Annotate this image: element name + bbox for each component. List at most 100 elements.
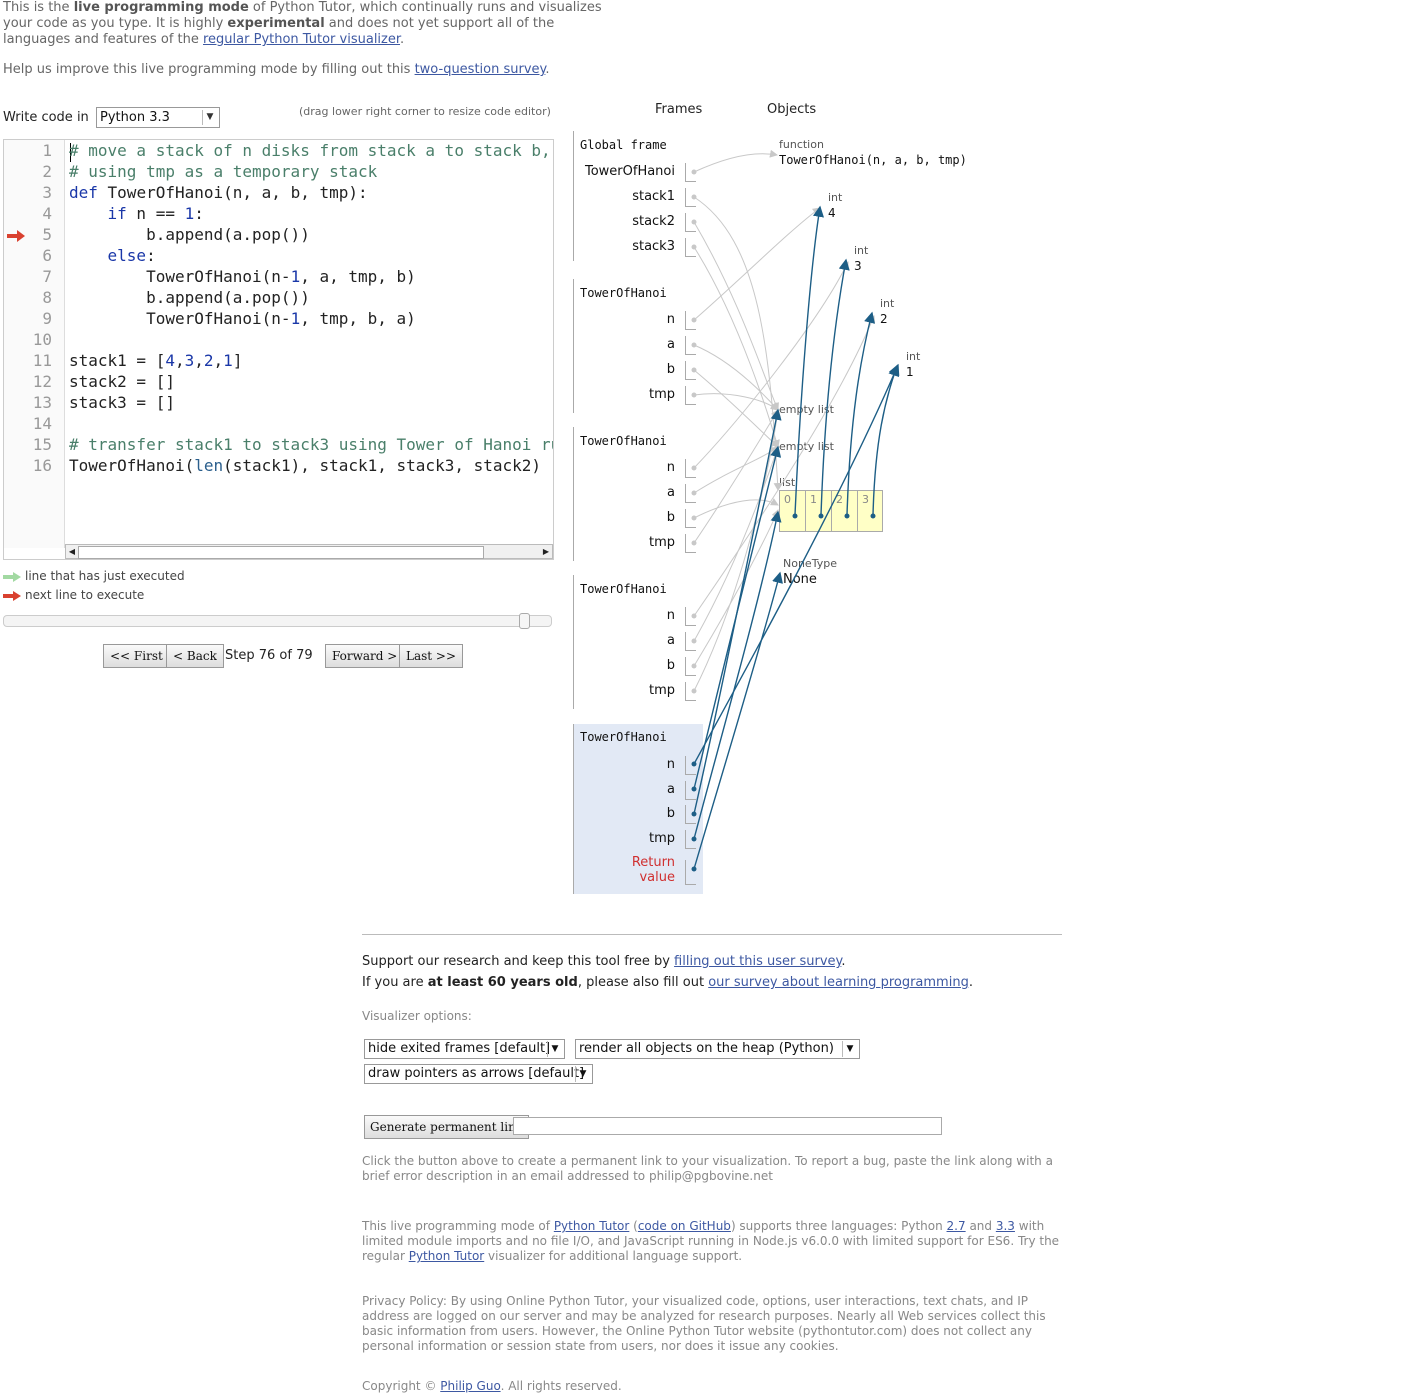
help-text: Help us improve this live programming mo…	[3, 62, 550, 77]
var-slot	[685, 386, 696, 405]
languages-text: This live programming mode of Python Tut…	[362, 1219, 1060, 1263]
python27-link[interactable]: 2.7	[947, 1219, 966, 1233]
language-select[interactable]: Python 3.3 ▼	[96, 107, 220, 128]
line-number: 9	[42, 309, 52, 328]
var-slot	[685, 756, 696, 775]
code-line: # using tmp as a temporary stack	[69, 162, 378, 181]
red-arrow-icon	[3, 590, 21, 601]
bug-report-text: Click the button above to create a perma…	[362, 1154, 1053, 1183]
line-number: 13	[32, 393, 52, 412]
regular-visualizer-link[interactable]: regular Python Tutor visualizer	[203, 32, 400, 47]
list-index: 2	[836, 493, 843, 506]
slider-handle[interactable]	[519, 613, 530, 629]
step-slider[interactable]	[3, 613, 552, 629]
age-survey-text: If you are at least 60 years old, please…	[362, 975, 973, 990]
code-line: TowerOfHanoi(len(stack1), stack1, stack3…	[69, 456, 542, 475]
int-type-label: int	[906, 350, 921, 363]
regular-python-tutor-link[interactable]: Python Tutor	[409, 1249, 485, 1263]
step-counter: Step 76 of 79	[225, 648, 313, 663]
var-slot	[685, 781, 696, 800]
return-value-label: value	[639, 870, 675, 885]
list-index: 0	[784, 493, 791, 506]
code-line: b.append(a.pop())	[146, 225, 310, 244]
resize-hint: (drag lower right corner to resize code …	[299, 105, 551, 118]
chevron-down-icon: ▼	[547, 1041, 562, 1057]
options-label: Visualizer options:	[362, 1009, 472, 1023]
horizontal-scrollbar[interactable]: ◀ ▶	[65, 544, 553, 559]
green-arrow-icon	[3, 571, 21, 582]
frame-var: tmp	[648, 535, 675, 550]
pointers-option-select[interactable]: draw pointers as arrows [default] ▼	[364, 1064, 593, 1084]
frame-var: n	[666, 312, 675, 327]
frame-var: a	[667, 337, 675, 352]
frame-var: tmp	[648, 831, 675, 846]
line-number: 12	[32, 372, 52, 391]
code-line: # transfer stack1 to stack3 using Tower …	[69, 435, 554, 454]
last-button[interactable]: Last >>	[399, 644, 464, 668]
frame-title: TowerOfHanoi	[580, 582, 667, 596]
empty-list-object: empty list	[779, 403, 834, 416]
line-number: 3	[42, 183, 52, 202]
line-gutter: 1 2 3 4 5 6 7 8 9 10 11 12 13 14 15 16	[4, 140, 65, 548]
frame-title: TowerOfHanoi	[580, 286, 667, 300]
python33-link[interactable]: 3.3	[996, 1219, 1015, 1233]
code-line: # move a stack of n disks from stack a t…	[69, 141, 551, 160]
line-number: 6	[42, 246, 52, 265]
chevron-down-icon: ▼	[575, 1066, 590, 1082]
code-line: stack2 = []	[69, 372, 175, 391]
learning-survey-link[interactable]: our survey about learning programming	[708, 975, 969, 990]
none-object: None	[783, 572, 817, 587]
scrollbar-thumb[interactable]	[78, 546, 484, 559]
forward-button[interactable]: Forward >	[325, 644, 405, 668]
code-line: stack1 = [4,3,2,1]	[69, 351, 243, 370]
line-number: 10	[32, 330, 52, 349]
line-number: 11	[32, 351, 52, 370]
scroll-left-icon[interactable]: ◀	[66, 545, 78, 558]
line-number: 16	[32, 456, 52, 475]
frame-title: TowerOfHanoi	[580, 730, 667, 744]
list-index: 3	[862, 493, 869, 506]
generate-link-button[interactable]: Generate permanent link	[364, 1115, 530, 1139]
code-line: if n == 1:	[107, 204, 204, 223]
frame-var: n	[666, 460, 675, 475]
line-number: 4	[42, 204, 52, 223]
function-object: TowerOfHanoi(n, a, b, tmp)	[779, 153, 967, 167]
scroll-right-icon[interactable]: ▶	[540, 545, 552, 558]
frame-var: a	[667, 782, 675, 797]
var-slot	[685, 830, 696, 849]
int-type-label: int	[880, 297, 895, 310]
first-button[interactable]: << First	[103, 644, 170, 668]
line-number: 2	[42, 162, 52, 181]
var-slot	[685, 657, 696, 676]
github-link[interactable]: code on GitHub	[638, 1219, 731, 1233]
code-editor[interactable]: 1 2 3 4 5 6 7 8 9 10 11 12 13 14 15 16 #…	[3, 139, 554, 560]
objects-header: Objects	[767, 102, 817, 117]
copyright-text: Copyright © Philip Guo. All rights reser…	[362, 1379, 622, 1393]
survey-link[interactable]: two-question survey	[415, 62, 546, 77]
privacy-policy-text: Privacy Policy: By using Online Python T…	[362, 1294, 1046, 1353]
var-slot	[685, 311, 696, 330]
frame-var: n	[666, 757, 675, 772]
var-slot	[685, 632, 696, 651]
frames-option-select[interactable]: hide exited frames [default] ▼	[364, 1039, 565, 1059]
python-tutor-link[interactable]: Python Tutor	[554, 1219, 630, 1233]
var-slot	[685, 860, 696, 885]
line-number: 1	[42, 141, 52, 160]
back-button[interactable]: < Back	[166, 644, 224, 668]
permanent-link-field[interactable]	[513, 1117, 942, 1135]
frame-var: b	[666, 658, 675, 673]
var-slot	[685, 484, 696, 503]
frame-var: a	[667, 633, 675, 648]
next-line-arrow-icon	[7, 230, 25, 242]
heap-option-select[interactable]: render all objects on the heap (Python) ▼	[575, 1039, 860, 1059]
var-slot	[685, 163, 696, 182]
function-type-label: function	[779, 138, 824, 151]
int-type-label: int	[854, 244, 869, 257]
frame-var: stack2	[632, 214, 675, 229]
user-survey-link[interactable]: filling out this user survey	[674, 954, 841, 969]
frame-var: tmp	[648, 683, 675, 698]
author-link[interactable]: Philip Guo	[440, 1379, 500, 1393]
frame-var: b	[666, 806, 675, 821]
frame-var: TowerOfHanoi	[584, 164, 675, 179]
var-slot	[685, 805, 696, 824]
